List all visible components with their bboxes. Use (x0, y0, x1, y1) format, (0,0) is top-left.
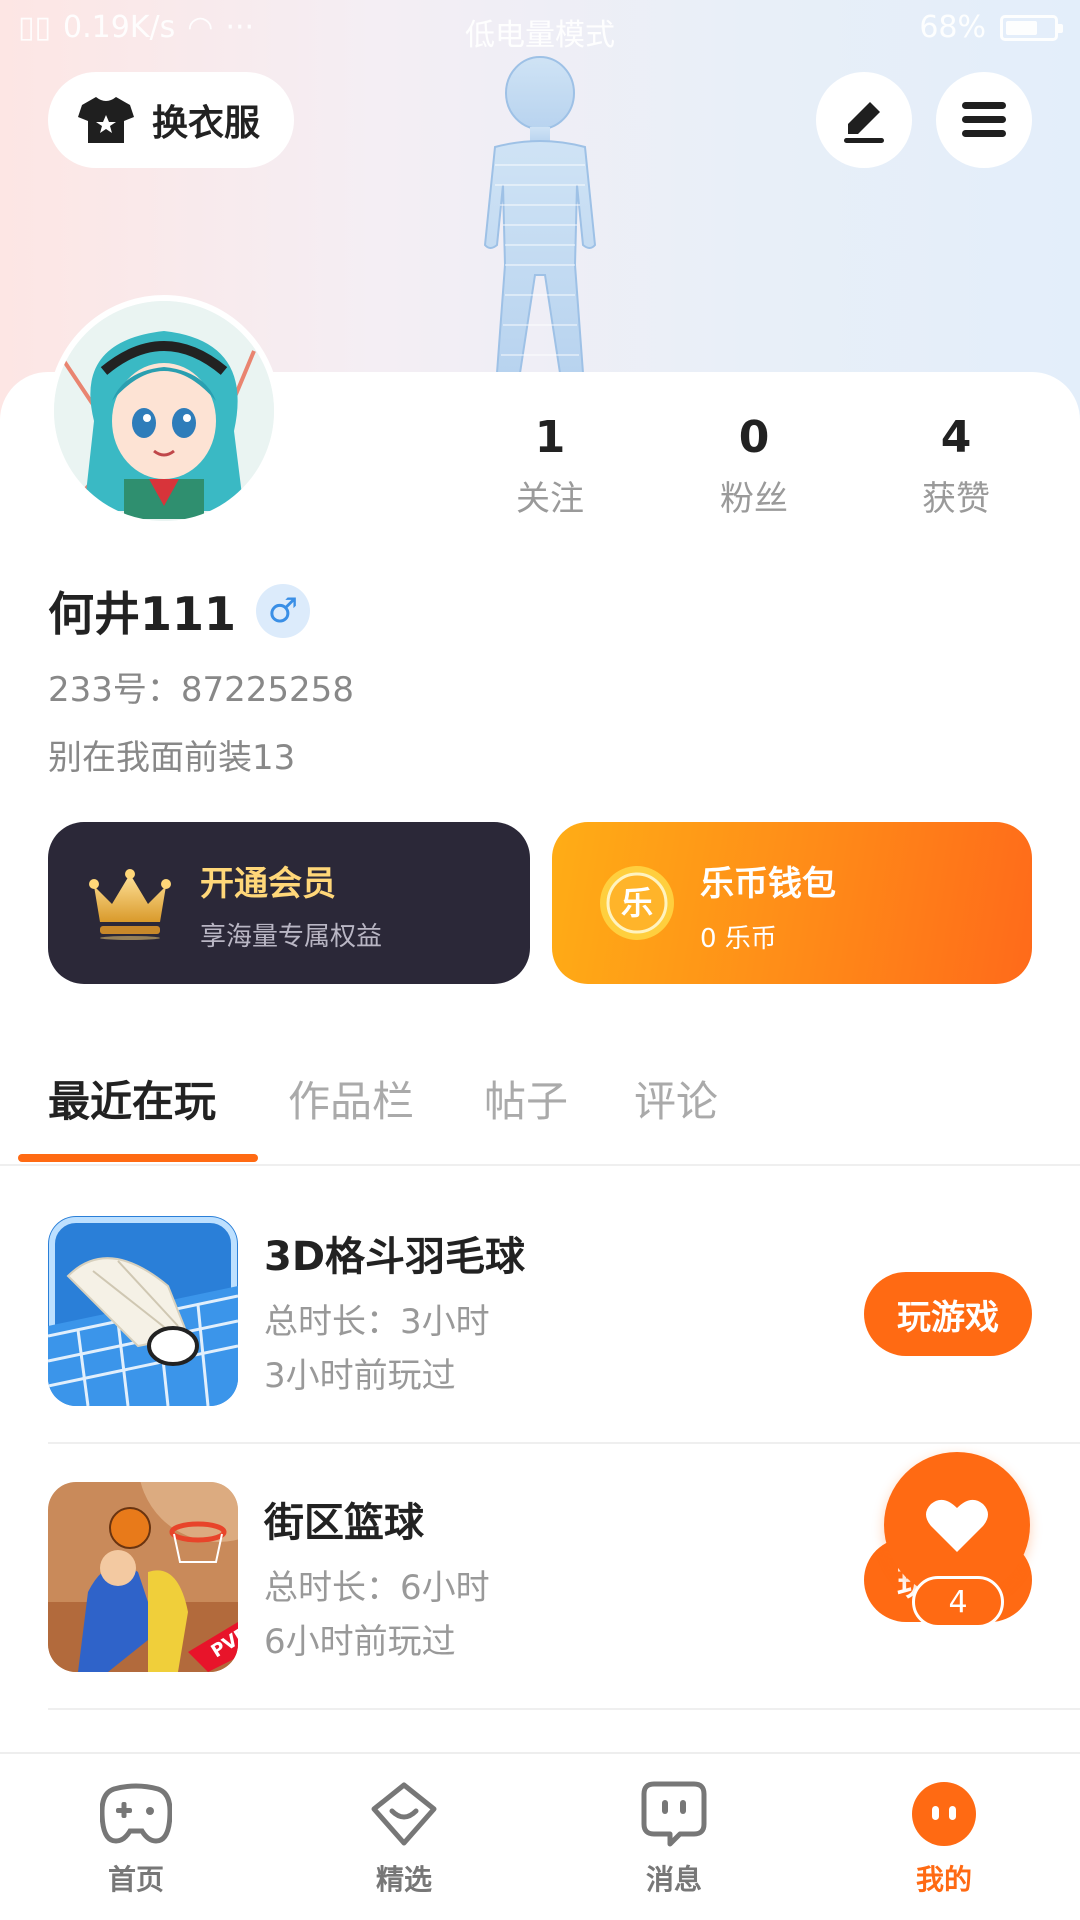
change-outfit-label: 换衣服 (152, 103, 261, 144)
coin-character: 乐 (621, 884, 653, 922)
list-divider (48, 1708, 1080, 1710)
following-count: 1 (534, 412, 566, 463)
face-icon (912, 1782, 976, 1846)
profile-stats: 1 关注 0 粉丝 4 获赞 (460, 412, 1080, 532)
likes-count: 4 (940, 412, 972, 463)
tab-recently-played[interactable]: 最近在玩 (48, 1068, 216, 1129)
tab-works[interactable]: 作品栏 (288, 1068, 414, 1129)
nav-messages[interactable]: 消息 (594, 1774, 754, 1898)
likes-label: 获赞 (922, 479, 990, 519)
nav-featured-label: 精选 (375, 1863, 432, 1896)
tabs-divider (0, 1164, 1080, 1166)
game-total-duration: 总时长：6小时 (264, 1568, 490, 1608)
menu-button[interactable] (936, 72, 1032, 168)
male-gender-icon: ♂ (256, 584, 311, 638)
game-title: 3D格斗羽毛球 (264, 1234, 526, 1280)
vip-title: 开通会员 (200, 864, 336, 904)
shirt-icon (78, 97, 134, 143)
game-total-duration: 总时长：3小时 (264, 1302, 490, 1342)
game-last-played: 6小时前玩过 (264, 1622, 456, 1662)
wallet-title: 乐币钱包 (700, 864, 836, 904)
pencil-icon (844, 102, 884, 143)
heart-badge-icon (371, 1782, 437, 1846)
tab-posts[interactable]: 帖子 (484, 1068, 568, 1129)
nav-me[interactable]: 我的 (864, 1774, 1024, 1898)
coin-wallet-card[interactable]: 乐 乐币钱包 0 乐币 (552, 822, 1032, 984)
nav-featured[interactable]: 精选 (324, 1774, 484, 1898)
nav-me-label: 我的 (915, 1863, 972, 1896)
game-list-item[interactable]: PVP 街区篮球 总时长：6小时 6小时前玩过 玩游戏 (48, 1452, 1032, 1718)
coin-icon: 乐 (600, 866, 674, 940)
vip-subtitle: 享海量专属权益 (200, 922, 383, 952)
stat-following[interactable]: 1 关注 (460, 412, 640, 520)
vip-membership-card[interactable]: 开通会员 享海量专属权益 (48, 822, 530, 984)
change-outfit-button[interactable]: 换衣服 (48, 72, 294, 168)
badminton-game-icon (48, 1216, 238, 1406)
basketball-game-icon: PVP (48, 1482, 238, 1672)
nav-home[interactable]: 首页 (56, 1774, 216, 1898)
battery-percent: 68% (919, 10, 986, 45)
play-game-button[interactable]: 玩游戏 (864, 1272, 1032, 1356)
avatar[interactable] (48, 295, 280, 527)
status-bar: ▯▯ 0.19K/s ◠ ··· 低电量模式 68% (0, 0, 1080, 56)
tab-comments[interactable]: 评论 (634, 1068, 718, 1129)
game-title: 街区篮球 (264, 1500, 424, 1546)
like-count-badge: 4 (912, 1576, 1004, 1628)
list-divider (48, 1442, 1080, 1444)
heart-icon (926, 1499, 988, 1552)
game-list-item[interactable]: 3D格斗羽毛球 总时长：3小时 3小时前玩过 玩游戏 (48, 1186, 1032, 1452)
chat-icon (641, 1781, 707, 1847)
game-last-played: 3小时前玩过 (264, 1356, 456, 1396)
wallet-balance: 0 乐币 (700, 924, 777, 954)
avatar-3d-figure (483, 56, 597, 374)
nav-messages-label: 消息 (645, 1863, 702, 1896)
anime-avatar-image (54, 301, 274, 521)
nav-home-label: 首页 (107, 1863, 164, 1896)
stat-fans[interactable]: 0 粉丝 (664, 412, 844, 520)
username-row: 何井111 ♂ (48, 578, 311, 644)
profile-tabs: 最近在玩 作品栏 帖子 评论 (0, 1060, 1080, 1168)
edit-profile-button[interactable] (816, 72, 912, 168)
battery-icon (1000, 14, 1063, 41)
fans-count: 0 (738, 412, 770, 463)
user-id: 233号：87225258 (48, 670, 354, 710)
user-signature: 别在我面前装13 (48, 738, 296, 778)
gamepad-icon (100, 1783, 172, 1844)
bottom-navigation: 首页 精选 消息 我的 (0, 1752, 1080, 1920)
username: 何井111 (48, 587, 237, 641)
stat-likes[interactable]: 4 获赞 (866, 412, 1046, 520)
active-tab-indicator (18, 1154, 258, 1162)
hamburger-icon (962, 102, 1006, 137)
fans-label: 粉丝 (720, 479, 788, 519)
following-label: 关注 (516, 479, 584, 519)
crown-icon (89, 869, 171, 940)
low-power-mode-label: 低电量模式 (465, 18, 615, 53)
